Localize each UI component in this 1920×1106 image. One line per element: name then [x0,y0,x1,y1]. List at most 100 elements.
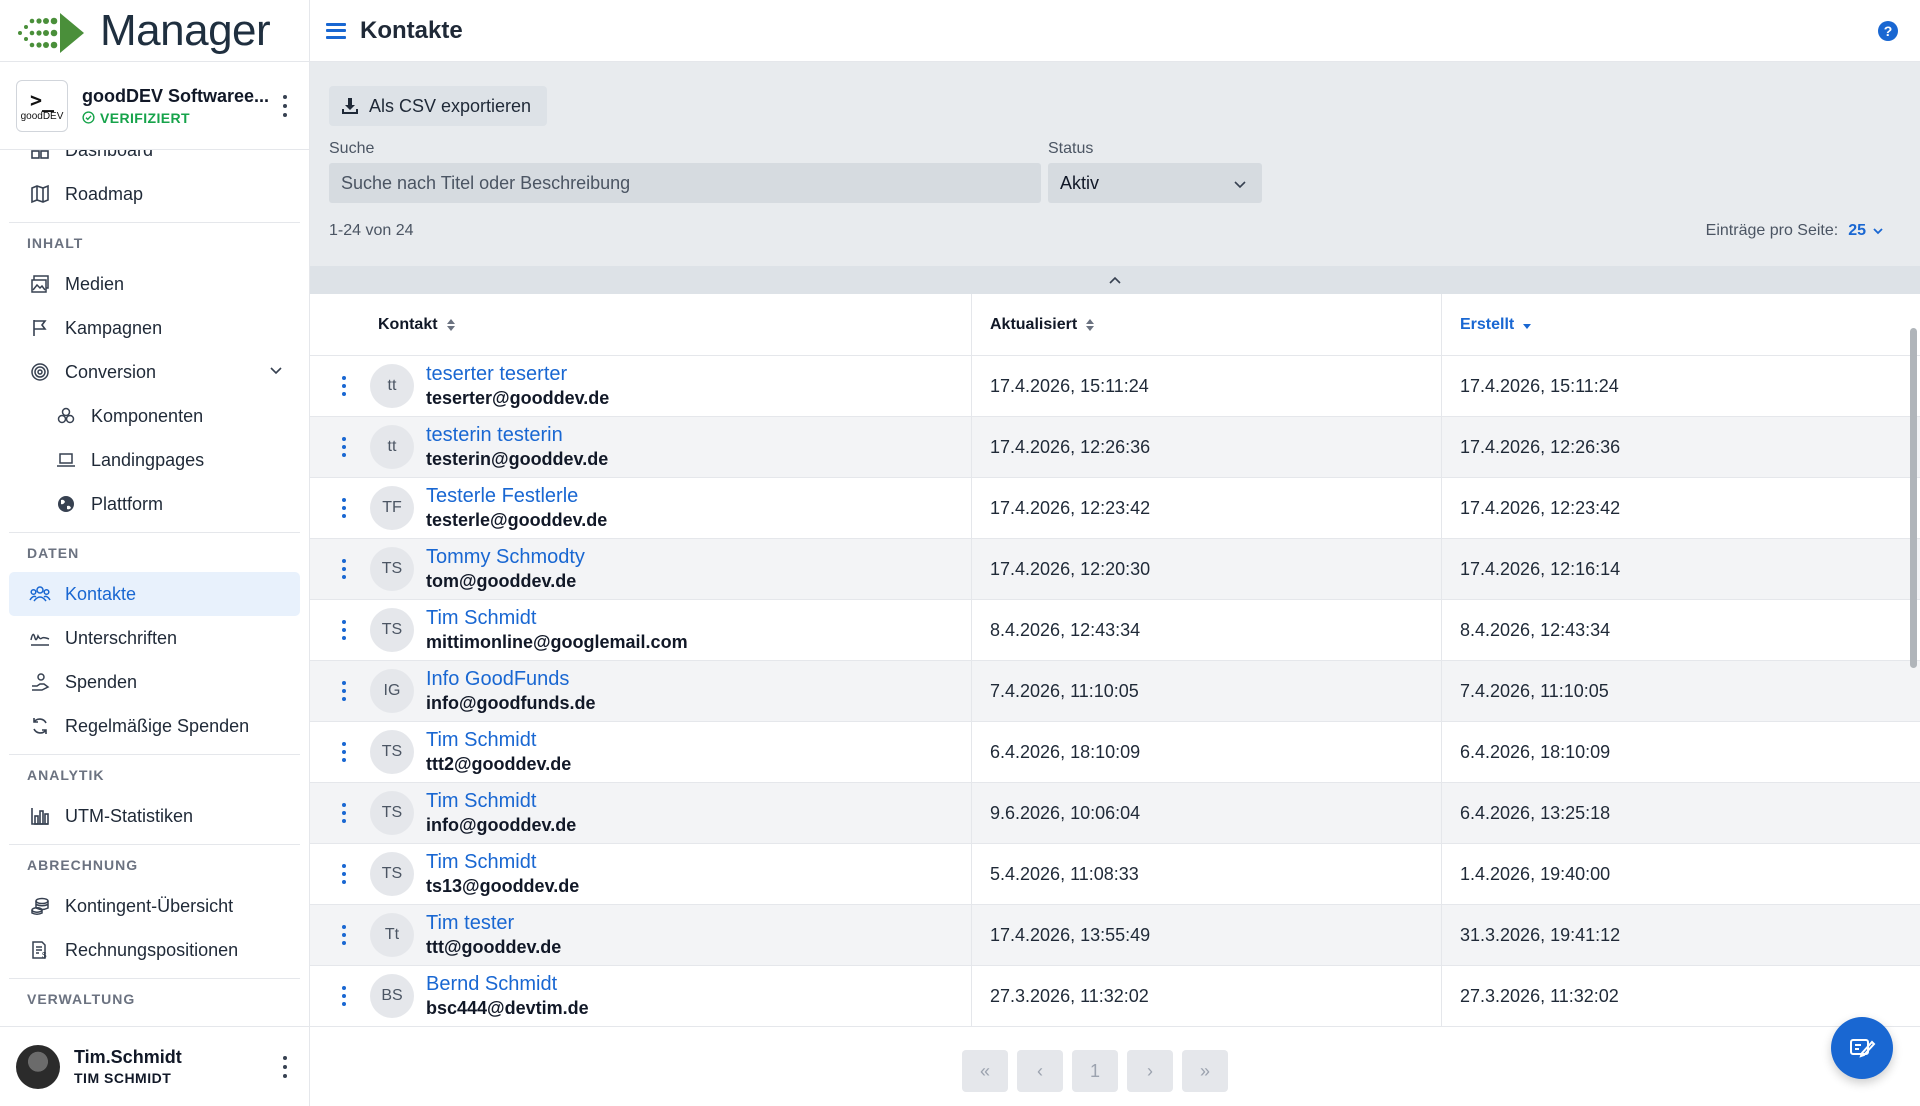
sidebar-item-plattform[interactable]: Plattform [9,482,300,526]
table-row[interactable]: tt testerin testerin testerin@gooddev.de 17… [310,417,1920,478]
search-input[interactable] [329,163,1041,203]
avatar [16,1044,60,1089]
row-menu-icon[interactable] [310,681,378,701]
sidebar-item-unterschriften[interactable]: Unterschriften [9,616,300,660]
sidebar-item-conversion[interactable]: Conversion [9,350,300,394]
section-title: ANALYTIK [9,754,300,794]
user-profile[interactable]: Tim.Schmidt TIM SCHMIDT [0,1026,309,1106]
row-menu-icon[interactable] [310,803,378,823]
row-menu-icon[interactable] [310,986,378,1006]
table-row[interactable]: TS Tim Schmidt info@gooddev.de 9.6.2026, 10… [310,783,1920,844]
contact-avatar: tt [370,364,414,408]
prev-page-button[interactable]: ‹ [1017,1050,1063,1092]
feedback-edit-icon [1850,1039,1876,1058]
org-menu-icon[interactable] [281,94,289,117]
column-header-created[interactable]: Erstellt [1442,294,1920,355]
created-cell: 8.4.2026, 12:43:34 [1460,619,1611,640]
sidebar-item-komponenten[interactable]: Komponenten [9,394,300,438]
contact-name-link[interactable]: Tim Schmidt [426,606,688,630]
row-menu-icon[interactable] [310,742,378,762]
row-menu-icon[interactable] [310,620,378,640]
contact-name-link[interactable]: Tommy Schmodty [426,545,585,569]
contact-name-link[interactable]: Tim Schmidt [426,850,579,874]
contact-name-link[interactable]: testerin testerin [426,423,608,447]
next-page-button[interactable]: › [1127,1050,1173,1092]
help-icon[interactable]: ? [1878,21,1898,41]
sidebar-item-roadmap[interactable]: Roadmap [9,172,300,216]
table-row[interactable]: Tt Tim tester ttt@gooddev.de 17.4.2026, 13:… [310,905,1920,966]
updated-cell: 6.4.2026, 18:10:09 [972,722,1442,782]
sidebar: Manager >_ goodDEV goodDEV Softwaree... … [0,0,310,1106]
sidebar-item-label: Medien [65,273,125,294]
last-page-button[interactable]: » [1182,1050,1228,1092]
contact-name-link[interactable]: Testerle Festlerle [426,484,607,508]
sidebar-item-kampagnen[interactable]: Kampagnen [9,306,300,350]
page-title: Kontakte [360,16,463,44]
contact-name-link[interactable]: teserter teserter [426,362,609,386]
row-menu-icon[interactable] [310,498,378,518]
sidebar-item-dashboard[interactable]: Dashboard [9,150,300,172]
table-row[interactable]: TS Tim Schmidt ts13@gooddev.de 5.4.2026, 11… [310,844,1920,905]
sidebar-item-label: UTM-Statistiken [65,805,194,826]
column-header-updated[interactable]: Aktualisiert [972,294,1442,355]
status-select[interactable]: Aktiv [1048,163,1262,203]
table-row[interactable]: TS Tim Schmidt ttt2@gooddev.de 6.4.2026, 18… [310,722,1920,783]
row-menu-icon[interactable] [310,559,378,579]
sidebar-item-utm-statistiken[interactable]: UTM-Statistiken [9,794,300,838]
first-page-button[interactable]: « [962,1050,1008,1092]
app-logo[interactable]: Manager [0,0,309,62]
row-menu-icon[interactable] [310,376,378,396]
sidebar-item-kontingent-uebersicht[interactable]: Kontingent-Übersicht [9,884,300,928]
user-menu-icon[interactable] [281,1055,289,1078]
menu-toggle-icon[interactable] [326,22,346,39]
table-row[interactable]: TS Tim Schmidt mittimonline@googlemail.com… [310,600,1920,661]
row-menu-icon[interactable] [310,437,378,457]
row-menu-icon[interactable] [310,864,378,884]
media-icon [29,273,51,295]
sidebar-item-landingpages[interactable]: Landingpages [9,438,300,482]
table-row[interactable]: BS Bernd Schmidt bsc444@devtim.de 27.3.2026… [310,966,1920,1027]
table-scrollbar[interactable] [1910,328,1917,668]
column-header-contact[interactable]: Kontakt [310,294,972,355]
sort-desc-icon [1523,323,1532,329]
sidebar-item-label: Komponenten [91,405,204,426]
sidebar-item-medien[interactable]: Medien [9,262,300,306]
contact-email: ts13@gooddev.de [426,876,580,896]
row-menu-icon[interactable] [310,925,378,945]
page-number-button[interactable]: 1 [1072,1050,1118,1092]
sidebar-item-kontakte[interactable]: Kontakte [9,572,300,616]
sidebar-item-spenden[interactable]: Spenden [9,660,300,704]
table-row[interactable]: TF Testerle Festlerle testerle@gooddev.de 1… [310,478,1920,539]
sidebar-item-regelmaessige-spenden[interactable]: Regelmäßige Spenden [9,704,300,748]
contact-name-link[interactable]: Info GoodFunds [426,667,596,691]
updated-cell: 27.3.2026, 11:32:02 [972,966,1442,1026]
contact-cell: tt teserter teserter teserter@gooddev.de [310,356,972,416]
created-cell: 6.4.2026, 13:25:18 [1460,802,1611,823]
table-row[interactable]: tt teserter teserter teserter@gooddev.de 17… [310,356,1920,417]
recurring-icon [29,715,51,737]
chevron-down-icon[interactable] [268,362,284,378]
table-header: Kontakt Aktualisiert Erstellt [310,294,1920,356]
feedback-button[interactable] [1831,1017,1893,1079]
sidebar-item-label: Conversion [65,361,157,382]
export-csv-button[interactable]: Als CSV exportieren [329,86,548,126]
components-icon [55,405,77,427]
contact-cell: TS Tim Schmidt info@gooddev.de [310,783,972,843]
contact-name-link[interactable]: Tim Schmidt [426,789,576,813]
contact-cell: Tt Tim tester ttt@gooddev.de [310,905,972,965]
updated-cell: 17.4.2026, 12:23:42 [972,478,1442,538]
created-cell: 1.4.2026, 19:40:00 [1460,863,1611,884]
table-row[interactable]: IG Info GoodFunds info@goodfunds.de 7.4.202… [310,661,1920,722]
user-fullname: TIM SCHMIDT [74,1070,172,1086]
contact-name-link[interactable]: Tim Schmidt [426,728,571,752]
sidebar-item-rechnungspositionen[interactable]: $ Rechnungspositionen [9,928,300,972]
collapse-filters-button[interactable] [310,266,1920,294]
contact-name-link[interactable]: Bernd Schmidt [426,972,589,996]
org-logo-prompt: >_ [29,87,55,112]
table-row[interactable]: TS Tommy Schmodty tom@gooddev.de 17.4.2026,… [310,539,1920,600]
created-cell: 17.4.2026, 12:16:14 [1460,558,1621,579]
contact-name-link[interactable]: Tim tester [426,911,561,935]
sidebar-item-label: Spenden [65,671,138,692]
per-page-select[interactable]: 25 [1848,222,1884,240]
org-switcher[interactable]: >_ goodDEV goodDEV Softwaree... VERIFIZI… [0,62,309,150]
